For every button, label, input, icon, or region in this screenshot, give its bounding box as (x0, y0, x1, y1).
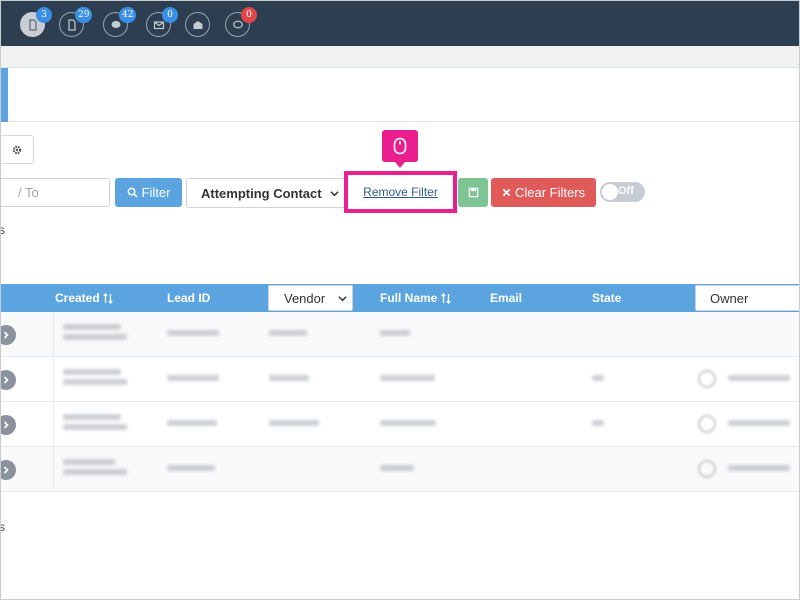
mail-open-icon[interactable] (185, 12, 210, 37)
avatar (698, 370, 716, 388)
blurred-text (592, 375, 604, 381)
blurred-text (167, 330, 219, 336)
app-window: 3 29 42 0 0 / To Filter Attempting Conta… (0, 0, 800, 600)
gear-icon (12, 145, 21, 154)
close-icon (502, 188, 511, 197)
remove-filter-link[interactable]: Remove Filter (348, 175, 453, 209)
blurred-text (167, 375, 219, 381)
blurred-text (63, 379, 127, 385)
blurred-text (380, 375, 435, 381)
notification-badge: 42 (119, 7, 137, 23)
blurred-text (63, 369, 121, 375)
clear-filters-label: Clear Filters (514, 185, 586, 200)
column-full-name[interactable]: Full Name (380, 284, 451, 312)
notification-badge: 0 (241, 7, 257, 23)
blurred-text (728, 420, 790, 426)
notification-badge: 29 (75, 7, 93, 23)
blurred-text (269, 330, 307, 336)
file-icon[interactable]: 29 (59, 7, 93, 37)
panel-accent-bar (1, 68, 8, 122)
table-row[interactable] (1, 447, 799, 492)
notification-badge: 3 (36, 7, 52, 23)
document-icon[interactable]: 3 (20, 7, 52, 37)
blurred-text (728, 465, 790, 471)
blurred-text (269, 375, 309, 381)
blurred-text (63, 334, 127, 340)
save-filter-button[interactable] (458, 178, 488, 207)
remove-filter-highlight: Remove Filter (344, 171, 457, 213)
blurred-text (269, 420, 319, 426)
speech-bubble-icon[interactable]: 0 (225, 7, 257, 37)
blurred-text (63, 469, 127, 475)
table-header: Created Lead ID Vendor Full Name Email S… (1, 284, 799, 312)
blurred-text (63, 324, 121, 330)
status-select[interactable]: Attempting Contact (186, 178, 346, 208)
vendor-column-select[interactable]: Vendor (268, 285, 353, 311)
column-email[interactable]: Email (490, 284, 522, 312)
owner-column-select[interactable]: Owner (695, 285, 799, 311)
header-panel (1, 68, 799, 122)
column-created[interactable]: Created (55, 284, 113, 312)
mouse-icon (393, 137, 407, 155)
table-row[interactable] (1, 312, 799, 357)
column-state[interactable]: State (592, 284, 621, 312)
blurred-text (167, 420, 217, 426)
blurred-text (592, 420, 604, 426)
chevron-down-icon (330, 191, 339, 197)
save-icon (468, 187, 478, 198)
chevron-down-icon (338, 296, 347, 302)
toggle-knob (602, 184, 618, 200)
filter-button-label: Filter (141, 185, 171, 200)
search-icon (127, 187, 138, 198)
blurred-text (63, 424, 127, 430)
top-navigation-bar: 3 29 42 0 0 (1, 1, 799, 46)
column-lead-id[interactable]: Lead ID (167, 284, 210, 312)
notification-badge: 0 (162, 7, 178, 23)
sort-icon (441, 292, 451, 304)
mail-icon[interactable]: 0 (146, 7, 178, 37)
sub-header-strip (1, 46, 799, 68)
blurred-text (380, 465, 414, 471)
chat-icon[interactable]: 42 (103, 7, 137, 37)
filter-toggle[interactable]: Off (600, 182, 645, 202)
clear-filters-button[interactable]: Clear Filters (491, 178, 596, 207)
toggle-label: Off (618, 185, 634, 197)
blurred-text (380, 330, 410, 336)
avatar (698, 415, 716, 433)
settings-button[interactable] (1, 135, 34, 164)
click-indicator-callout (382, 130, 418, 168)
avatar (698, 460, 716, 478)
table-row[interactable] (1, 357, 799, 402)
blurred-text (63, 459, 115, 465)
status-selected-value: Attempting Contact (201, 185, 322, 201)
blurred-text (728, 375, 790, 381)
date-to-input[interactable]: / To (1, 178, 110, 207)
blurred-text (380, 420, 436, 426)
cut-off-text: s (1, 520, 5, 534)
blurred-text (63, 414, 121, 420)
blurred-text (167, 465, 215, 471)
filter-button[interactable]: Filter (115, 178, 182, 207)
cut-off-text: s (1, 223, 5, 237)
sort-icon (103, 292, 113, 304)
table-row[interactable] (1, 402, 799, 447)
